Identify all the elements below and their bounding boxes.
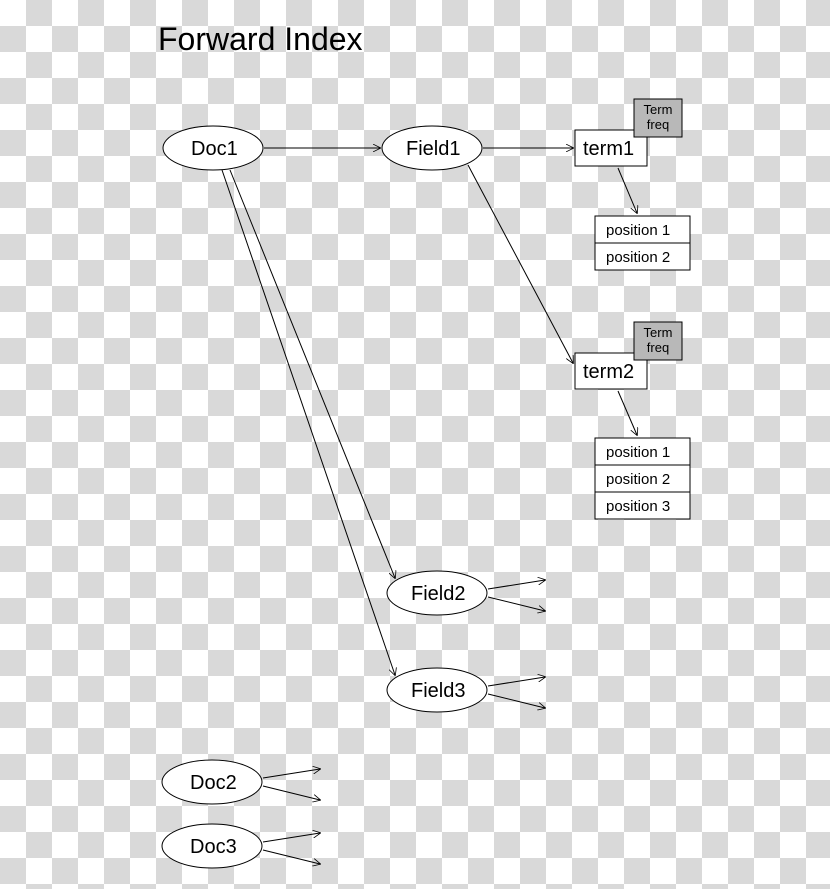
term1-freq-label-line2: freq [647, 117, 669, 132]
field2-label: Field2 [411, 583, 465, 605]
arrow-field1-term2 [468, 165, 573, 363]
term2-pos2-label: position 2 [606, 471, 670, 488]
diagram-title: Forward Index [158, 21, 363, 57]
doc3-label: Doc3 [190, 836, 237, 858]
arrow-doc1-field2 [230, 170, 395, 578]
arrow-field2-out2 [488, 597, 545, 611]
arrow-term1-positions [618, 168, 637, 213]
arrow-doc1-field3 [222, 170, 395, 675]
arrow-field3-out1 [488, 677, 545, 686]
arrow-field2-out1 [488, 580, 545, 589]
doc2-label: Doc2 [190, 772, 237, 794]
field1-label: Field1 [406, 138, 460, 160]
term1-label: term1 [583, 138, 634, 160]
arrow-doc3-out1 [263, 833, 320, 842]
term2-pos3-label: position 3 [606, 498, 670, 515]
arrow-doc2-out1 [263, 769, 320, 778]
arrow-doc3-out2 [263, 850, 320, 864]
doc1-label: Doc1 [191, 138, 238, 160]
arrow-doc2-out2 [263, 786, 320, 800]
field3-label: Field3 [411, 680, 465, 702]
arrow-field3-out2 [488, 694, 545, 708]
term2-freq-label-line2: freq [647, 340, 669, 355]
term1-pos2-label: position 2 [606, 249, 670, 266]
term1-pos1-label: position 1 [606, 222, 670, 239]
term2-freq-label-line1: Term [644, 325, 673, 340]
arrow-term2-positions [618, 391, 637, 435]
term2-label: term2 [583, 361, 634, 383]
term2-pos1-label: position 1 [606, 444, 670, 461]
diagram-canvas: Forward Index Doc1 Field1 Field2 Field3 … [0, 0, 830, 889]
term1-freq-label-line1: Term [644, 102, 673, 117]
